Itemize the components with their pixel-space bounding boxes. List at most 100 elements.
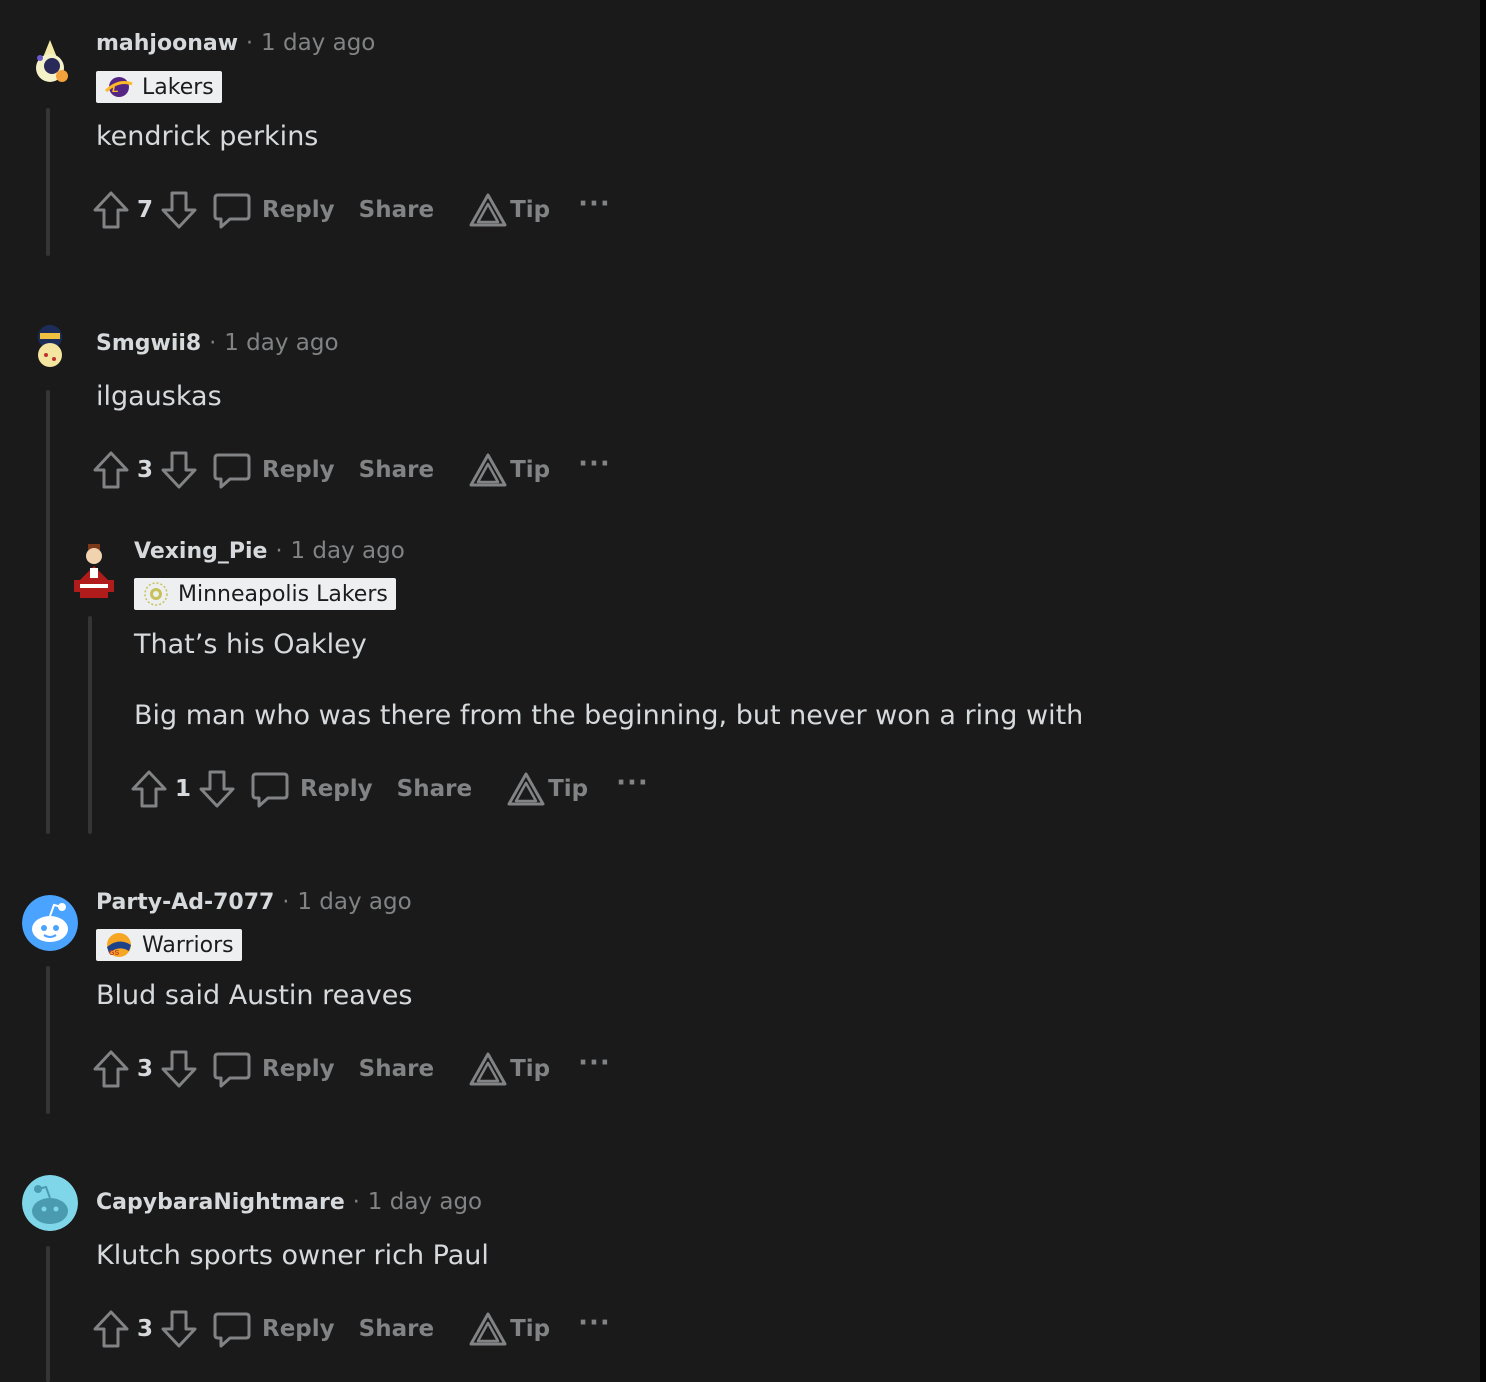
downvote-icon[interactable] (160, 450, 198, 490)
comment-body-paragraph: That’s his Oakley (134, 629, 367, 660)
tip-triangle-icon (469, 1052, 507, 1086)
reply-label: Reply (262, 197, 335, 223)
more-options-icon[interactable]: ··· (578, 1048, 611, 1078)
timestamp[interactable]: 1 day ago (224, 330, 338, 356)
reply-label: Reply (262, 1056, 335, 1082)
reply-button[interactable]: Reply (212, 190, 335, 230)
username[interactable]: Smgwii8 (96, 331, 201, 356)
timestamp[interactable]: 1 day ago (261, 30, 375, 56)
tip-label: Tip (510, 457, 551, 483)
thread-line[interactable] (46, 390, 50, 834)
downvote-icon[interactable] (160, 1049, 198, 1089)
share-label: Share (396, 776, 473, 802)
separator-dot: · (282, 890, 290, 915)
comment-body: Blud said Austin reaves (96, 980, 413, 1011)
tip-triangle-icon (507, 772, 545, 806)
comment-meta: Vexing_Pie · 1 day ago (134, 538, 405, 564)
tip-button[interactable]: Tip (468, 1051, 550, 1087)
timestamp[interactable]: 1 day ago (290, 538, 404, 564)
thread-line[interactable] (46, 966, 50, 1114)
upvote-icon[interactable] (92, 1049, 130, 1089)
more-options-icon[interactable]: ··· (578, 449, 611, 479)
thread-line[interactable] (46, 108, 50, 256)
upvote-icon[interactable] (92, 450, 130, 490)
downvote-icon[interactable] (160, 1309, 198, 1349)
flair-text: Warriors (142, 932, 234, 958)
timestamp[interactable]: 1 day ago (368, 1189, 482, 1215)
username[interactable]: Party-Ad-7077 (96, 890, 274, 915)
share-button[interactable]: Share (359, 1316, 434, 1342)
lakers-logo-icon: L (104, 77, 133, 97)
tip-label: Tip (548, 776, 589, 802)
flair-text: Lakers (142, 74, 214, 100)
minneapolis-lakers-logo-icon (144, 582, 168, 606)
comment-actions: 3 Reply Share Tip ··· (92, 1047, 611, 1091)
comment-body: ilgauskas (96, 381, 222, 412)
username[interactable]: Vexing_Pie (134, 539, 267, 564)
tip-triangle-icon (469, 1312, 507, 1346)
tip-button[interactable]: Tip (506, 771, 588, 807)
vote-count: 3 (136, 1316, 153, 1342)
comment-actions: 7 Reply Share Tip ··· (92, 188, 611, 232)
upvote-icon[interactable] (92, 190, 130, 230)
user-flair: L Lakers (96, 71, 222, 103)
tip-button[interactable]: Tip (468, 192, 550, 228)
comment-bubble-icon (213, 453, 251, 489)
avatar[interactable] (22, 317, 78, 373)
svg-text:GS: GS (109, 950, 119, 957)
thread-line[interactable] (88, 616, 92, 834)
share-button[interactable]: Share (359, 1056, 434, 1082)
reply-button[interactable]: Reply (212, 1049, 335, 1089)
more-options-icon[interactable]: ··· (578, 189, 611, 219)
reply-button[interactable]: Reply (212, 450, 335, 490)
username[interactable]: mahjoonaw (96, 31, 238, 56)
reply-label: Reply (262, 1316, 335, 1342)
comment-meta: Party-Ad-7077 · 1 day ago (96, 889, 412, 915)
comment-meta: CapybaraNightmare · 1 day ago (96, 1189, 482, 1215)
share-label: Share (358, 197, 435, 223)
comment-bubble-icon (213, 1312, 251, 1348)
comment-bubble-icon (251, 772, 289, 808)
comment-actions: 3 Reply Share Tip ··· (92, 1307, 611, 1351)
separator-dot: · (246, 31, 254, 56)
thread-line[interactable] (46, 1246, 50, 1382)
tip-button[interactable]: Tip (468, 1311, 550, 1347)
tip-triangle-icon (469, 453, 507, 487)
share-label: Share (358, 1316, 435, 1342)
warriors-logo-icon: GS (107, 933, 131, 957)
tip-triangle-icon (469, 193, 507, 227)
upvote-icon[interactable] (130, 769, 168, 809)
reply-button[interactable]: Reply (250, 769, 373, 809)
vote-count: 7 (136, 197, 153, 223)
share-button[interactable]: Share (359, 197, 434, 223)
comment-meta: mahjoonaw · 1 day ago (96, 30, 375, 56)
tip-button[interactable]: Tip (468, 452, 550, 488)
downvote-icon[interactable] (160, 190, 198, 230)
avatar[interactable] (22, 1175, 78, 1231)
avatar[interactable] (66, 540, 122, 604)
share-button[interactable]: Share (359, 457, 434, 483)
downvote-icon[interactable] (198, 769, 236, 809)
timestamp[interactable]: 1 day ago (297, 889, 411, 915)
right-edge (1480, 0, 1486, 1382)
tip-label: Tip (510, 1056, 551, 1082)
username[interactable]: CapybaraNightmare (96, 1190, 345, 1215)
comment-body-paragraph: Big man who was there from the beginning… (134, 700, 1084, 731)
more-options-icon[interactable]: ··· (616, 768, 649, 798)
user-flair: GS Warriors (96, 929, 242, 961)
more-options-icon[interactable]: ··· (578, 1308, 611, 1338)
avatar[interactable] (22, 36, 78, 92)
share-button[interactable]: Share (397, 776, 472, 802)
comment-bubble-icon (213, 193, 251, 229)
separator-dot: · (275, 539, 283, 564)
tip-label: Tip (510, 1316, 551, 1342)
upvote-icon[interactable] (92, 1309, 130, 1349)
vote-count: 3 (136, 1056, 153, 1082)
avatar[interactable] (22, 895, 78, 951)
separator-dot: · (352, 1190, 360, 1215)
svg-text:L: L (112, 83, 119, 95)
reply-button[interactable]: Reply (212, 1309, 335, 1349)
vote-count: 3 (136, 457, 153, 483)
separator-dot: · (209, 331, 217, 356)
tip-label: Tip (510, 197, 551, 223)
